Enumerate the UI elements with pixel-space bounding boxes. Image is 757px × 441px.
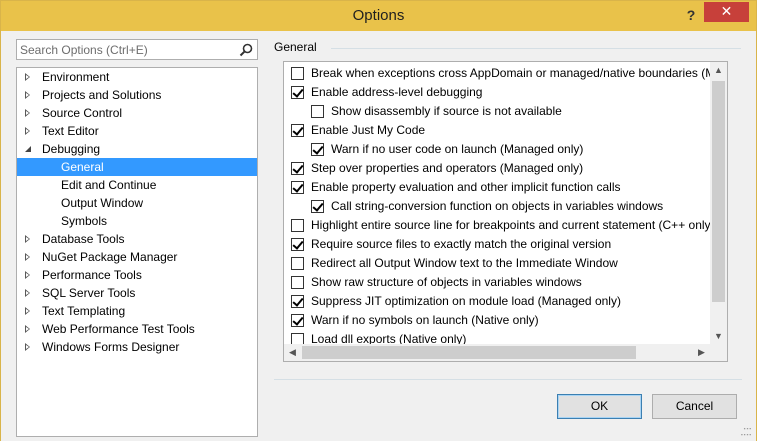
checkbox-checked[interactable] xyxy=(291,181,304,194)
tree-item-general[interactable]: General xyxy=(17,158,257,176)
checkbox-checked[interactable] xyxy=(291,162,304,175)
checkbox-checked[interactable] xyxy=(311,200,324,213)
tree-item-text-templating[interactable]: Text Templating xyxy=(17,302,257,320)
option-label: Suppress JIT optimization on module load… xyxy=(311,294,621,308)
option-label: Call string-conversion function on objec… xyxy=(331,199,664,213)
scroll-down-icon[interactable]: ▼ xyxy=(710,328,727,345)
dialog-content: Environment Projects and Solutions Source … xyxy=(1,31,756,441)
tree-item-label: Source Control xyxy=(42,106,123,120)
tree-item-label: SQL Server Tools xyxy=(42,286,136,300)
tree-item-label: Debugging xyxy=(42,142,101,156)
options-dialog: Options ? ✕ Environment Projects and Solu… xyxy=(0,0,757,441)
group-divider xyxy=(331,48,741,49)
expand-arrow-icon[interactable] xyxy=(25,253,30,261)
expand-arrow-icon[interactable] xyxy=(25,127,30,135)
expand-arrow-icon[interactable] xyxy=(25,235,30,243)
option-label: Redirect all Output Window text to the I… xyxy=(311,256,618,270)
checkbox-checked[interactable] xyxy=(291,238,304,251)
expand-arrow-icon[interactable] xyxy=(25,109,30,117)
option-label: Break when exceptions cross AppDomain or… xyxy=(311,66,727,80)
expand-arrow-icon[interactable] xyxy=(25,73,30,81)
expand-arrow-icon[interactable] xyxy=(25,289,30,297)
tree-item-edit-and-continue[interactable]: Edit and Continue xyxy=(17,176,257,194)
tree-item-windows-forms-designer[interactable]: Windows Forms Designer xyxy=(17,338,257,356)
tree-item-web-performance-test-tools[interactable]: Web Performance Test Tools xyxy=(17,320,257,338)
tree-item-label: Database Tools xyxy=(42,232,125,246)
option-label: Warn if no symbols on launch (Native onl… xyxy=(311,313,539,327)
tree-item-label: Windows Forms Designer xyxy=(42,340,180,354)
checkbox-checked[interactable] xyxy=(291,295,304,308)
option-label: Show disassembly if source is not availa… xyxy=(331,104,562,118)
tree-item-label: Output Window xyxy=(61,196,144,210)
scroll-right-icon[interactable]: ▶ xyxy=(693,344,710,361)
tree-item-label: Edit and Continue xyxy=(61,178,157,192)
option-label: Enable property evaluation and other imp… xyxy=(311,180,621,194)
tree-item-symbols[interactable]: Symbols xyxy=(17,212,257,230)
footer-divider xyxy=(274,379,742,380)
title-bar[interactable]: Options ? ✕ xyxy=(1,1,756,31)
tree-item-debugging[interactable]: Debugging xyxy=(17,140,257,158)
scroll-left-icon[interactable]: ◀ xyxy=(284,344,301,361)
tree-item-label: Web Performance Test Tools xyxy=(42,322,195,336)
expand-arrow-icon[interactable] xyxy=(25,271,30,279)
checkbox-unchecked[interactable] xyxy=(311,105,324,118)
tree-item-performance-tools[interactable]: Performance Tools xyxy=(17,266,257,284)
resize-grip-icon[interactable]: ⠠⠤ ⠤⠤ xyxy=(740,423,752,438)
tree-item-output-window[interactable]: Output Window xyxy=(17,194,257,212)
expand-arrow-icon[interactable] xyxy=(25,307,30,315)
tree-item-label: Text Templating xyxy=(42,304,126,318)
ok-button[interactable]: OK xyxy=(557,394,642,419)
tree-item-text-editor[interactable]: Text Editor xyxy=(17,122,257,140)
search-icon[interactable] xyxy=(238,42,254,58)
option-label: Require source files to exactly match th… xyxy=(311,237,612,251)
group-label-general: General xyxy=(274,40,317,54)
options-tree: Environment Projects and Solutions Source … xyxy=(16,67,258,437)
scroll-corner xyxy=(710,344,727,361)
tree-item-label: General xyxy=(61,160,104,174)
tree-item-label: Performance Tools xyxy=(42,268,142,282)
cancel-button[interactable]: Cancel xyxy=(652,394,737,419)
vertical-scrollbar[interactable]: ▲ ▼ xyxy=(710,62,727,345)
search-box[interactable] xyxy=(16,39,258,60)
collapse-arrow-icon[interactable] xyxy=(25,146,31,152)
tree-item-label: Environment xyxy=(42,70,110,84)
tree-item-database-tools[interactable]: Database Tools xyxy=(17,230,257,248)
tree-item-environment[interactable]: Environment xyxy=(17,68,257,86)
tree-item-sql-server-tools[interactable]: SQL Server Tools xyxy=(17,284,257,302)
tree-item-source-control[interactable]: Source Control xyxy=(17,104,257,122)
option-label: Show raw structure of objects in variabl… xyxy=(311,275,582,289)
checkbox-checked[interactable] xyxy=(291,314,304,327)
vertical-scroll-thumb[interactable] xyxy=(712,81,725,302)
tree-item-projects-and-solutions[interactable]: Projects and Solutions xyxy=(17,86,257,104)
expand-arrow-icon[interactable] xyxy=(25,91,30,99)
close-button[interactable]: ✕ xyxy=(704,2,749,22)
checkbox-checked[interactable] xyxy=(311,143,324,156)
tree-item-label: Projects and Solutions xyxy=(42,88,162,102)
horizontal-scroll-thumb[interactable] xyxy=(302,346,636,359)
expand-arrow-icon[interactable] xyxy=(25,343,30,351)
option-label: Highlight entire source line for breakpo… xyxy=(311,218,715,232)
tree-item-label: NuGet Package Manager xyxy=(42,250,178,264)
option-label: Warn if no user code on launch (Managed … xyxy=(331,142,584,156)
expand-arrow-icon[interactable] xyxy=(25,325,30,333)
scroll-up-icon[interactable]: ▲ xyxy=(710,62,727,79)
checkbox-checked[interactable] xyxy=(291,86,304,99)
option-label: Enable Just My Code xyxy=(311,123,426,137)
checkbox-unchecked[interactable] xyxy=(291,257,304,270)
tree-item-label: Text Editor xyxy=(42,124,99,138)
help-button[interactable]: ? xyxy=(681,4,701,26)
checkbox-checked[interactable] xyxy=(291,124,304,137)
tree-item-nuget-package-manager[interactable]: NuGet Package Manager xyxy=(17,248,257,266)
option-label: Enable address-level debugging xyxy=(311,85,483,99)
tree-item-label: Symbols xyxy=(61,214,108,228)
search-input[interactable] xyxy=(20,42,234,57)
checkbox-unchecked[interactable] xyxy=(291,67,304,80)
window-title: Options xyxy=(352,7,405,24)
checkbox-unchecked[interactable] xyxy=(291,276,304,289)
horizontal-scrollbar[interactable]: ◀ ▶ xyxy=(284,344,710,361)
checkbox-unchecked[interactable] xyxy=(291,219,304,232)
general-options-list: Break when exceptions cross AppDomain or… xyxy=(283,61,728,362)
option-label: Step over properties and operators (Mana… xyxy=(311,161,584,175)
